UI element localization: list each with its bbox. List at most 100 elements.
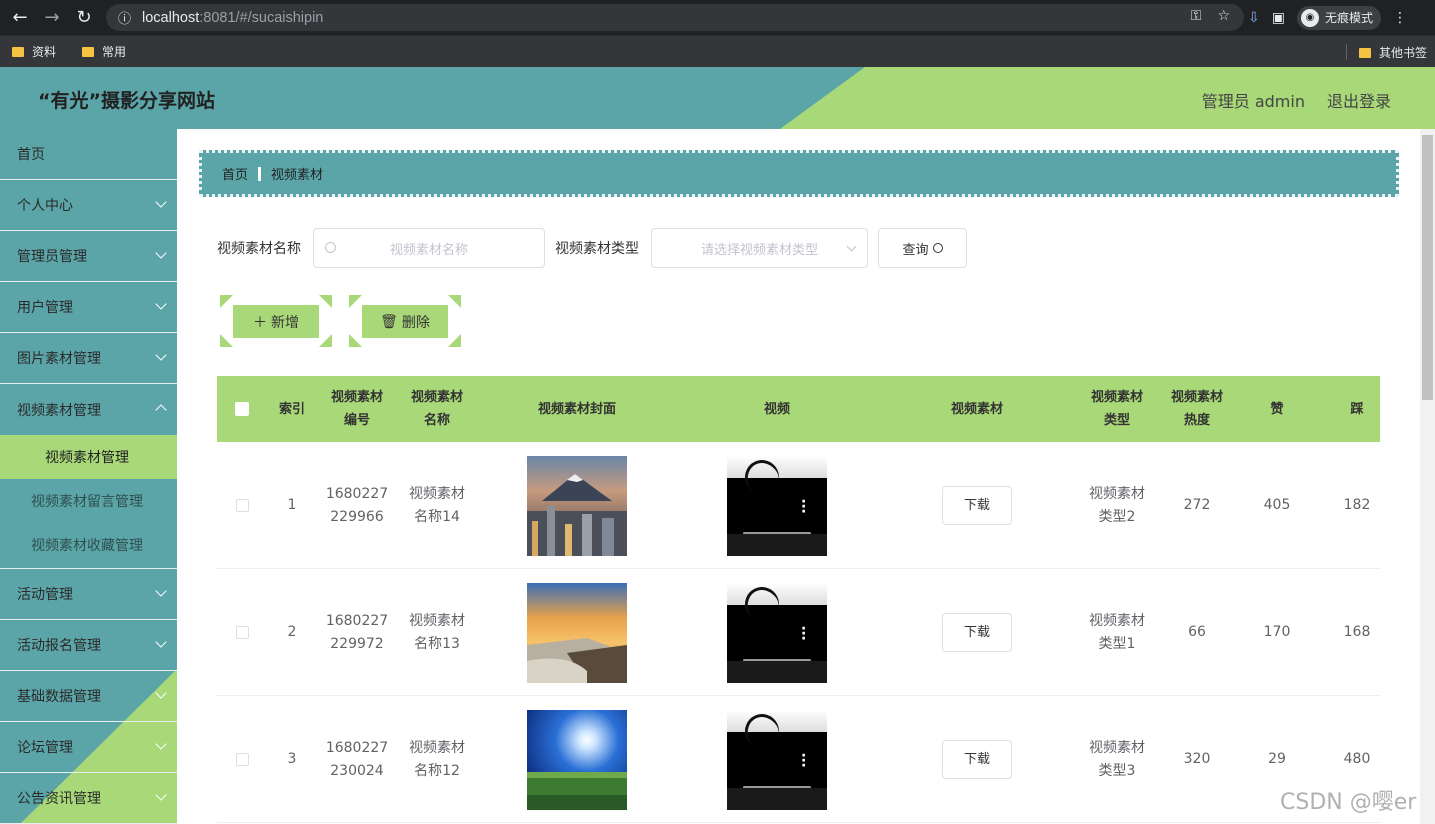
chevron-down-icon bbox=[155, 738, 167, 750]
watermark: CSDN @嘤er bbox=[1280, 790, 1417, 815]
sidebar-item-images[interactable]: 图片素材管理 bbox=[0, 333, 177, 384]
table-header: 索引 视频素材编号 视频素材名称 视频素材封面 视频 视频素材 视频素材类型 视… bbox=[217, 376, 1380, 442]
select-all-checkbox[interactable] bbox=[235, 402, 249, 416]
app-header: “有光”摄影分享网站 管理员 admin 退出登录 bbox=[0, 67, 1435, 129]
sidebar: 首页 个人中心 管理员管理 用户管理 图片素材管理 视频素材管理 视频素材管理 … bbox=[0, 129, 177, 824]
chevron-down-icon bbox=[155, 349, 167, 361]
sidepanel-icon[interactable]: ▣ bbox=[1272, 10, 1285, 26]
col-index: 索引 bbox=[278, 401, 305, 417]
sidebar-subitem-video-manage[interactable]: 视频素材管理 bbox=[0, 435, 177, 479]
row-index: 1 bbox=[287, 497, 297, 513]
query-button[interactable]: 查询 bbox=[878, 228, 967, 268]
scrollbar-thumb[interactable] bbox=[1422, 135, 1433, 400]
row-heat: 272 bbox=[1183, 497, 1211, 513]
col-type: 视频素材类型 bbox=[1090, 390, 1143, 428]
cover-image bbox=[527, 455, 627, 556]
menu-icon[interactable]: ⋮ bbox=[1393, 10, 1407, 26]
col-heat: 视频素材热度 bbox=[1170, 390, 1223, 428]
video-player[interactable]: · · · bbox=[727, 455, 827, 556]
bookmark-folder[interactable]: 常用 bbox=[82, 43, 126, 60]
sidebar-subitem-video-comments[interactable]: 视频素材留言管理 bbox=[0, 479, 177, 523]
col-video: 视频 bbox=[763, 401, 790, 417]
incognito-badge[interactable]: ◉ 无痕模式 bbox=[1296, 5, 1381, 30]
folder-icon bbox=[12, 46, 24, 57]
sidebar-item-users[interactable]: 用户管理 bbox=[0, 282, 177, 333]
chevron-down-icon bbox=[155, 247, 167, 259]
video-player[interactable]: · · · bbox=[727, 709, 827, 810]
more-vert-icon[interactable]: · · · bbox=[801, 495, 806, 519]
sidebar-item-profile[interactable]: 个人中心 bbox=[0, 180, 177, 231]
row-heat: 66 bbox=[1188, 624, 1206, 640]
forward-icon[interactable]: → bbox=[36, 7, 68, 28]
cover-image bbox=[527, 582, 627, 683]
row-dislikes: 168 bbox=[1343, 624, 1371, 640]
row-index: 3 bbox=[287, 751, 297, 767]
download-button[interactable]: 下载 bbox=[942, 740, 1012, 779]
plus-icon: ＋ bbox=[253, 314, 267, 331]
star-icon[interactable]: ☆ bbox=[1217, 8, 1230, 24]
cover-image bbox=[527, 709, 627, 810]
type-select[interactable]: 请选择视频素材类型 bbox=[651, 228, 868, 268]
breadcrumb: 首页 视频素材 bbox=[199, 150, 1399, 197]
sidebar-item-forum[interactable]: 论坛管理 bbox=[0, 722, 177, 773]
download-button[interactable]: 下载 bbox=[942, 613, 1012, 652]
trash-icon: 🗑 bbox=[380, 313, 398, 330]
add-button[interactable]: ＋新增 bbox=[217, 295, 335, 347]
row-code: 1680227229966 bbox=[325, 485, 389, 525]
col-material: 视频素材 bbox=[950, 401, 1003, 417]
row-heat: 320 bbox=[1183, 751, 1211, 767]
chevron-up-icon bbox=[155, 404, 167, 416]
main-content: 首页 视频素材 视频素材名称 视频素材名称 视频素材类型 请选择视频素材类型 查… bbox=[177, 129, 1420, 824]
row-checkbox[interactable] bbox=[235, 753, 249, 766]
more-vert-icon[interactable]: · · · bbox=[801, 622, 806, 646]
breadcrumb-current: 视频素材 bbox=[271, 168, 324, 183]
row-name: 视频素材名称14 bbox=[409, 485, 465, 525]
col-name: 视频素材名称 bbox=[410, 390, 463, 428]
info-icon[interactable]: ⓘ bbox=[118, 8, 138, 27]
table-row: 3 1680227230024 视频素材名称12 · · · 下载 视频素材类型3 … bbox=[217, 696, 1380, 823]
search-icon bbox=[932, 243, 943, 253]
row-likes: 405 bbox=[1263, 497, 1291, 513]
bookmark-folder[interactable]: 资料 bbox=[12, 43, 56, 60]
sidebar-item-admins[interactable]: 管理员管理 bbox=[0, 231, 177, 282]
chevron-down-icon bbox=[155, 789, 167, 801]
row-name: 视频素材名称13 bbox=[409, 612, 465, 652]
site-title: “有光”摄影分享网站 bbox=[38, 90, 215, 112]
chevron-down-icon bbox=[155, 298, 167, 310]
search-icon bbox=[325, 242, 336, 253]
row-name: 视频素材名称12 bbox=[409, 739, 465, 779]
sidebar-subitem-video-favorites[interactable]: 视频素材收藏管理 bbox=[0, 523, 177, 567]
video-player[interactable]: · · · bbox=[727, 582, 827, 683]
breadcrumb-home[interactable]: 首页 bbox=[222, 164, 248, 183]
type-label: 视频素材类型 bbox=[555, 241, 639, 257]
more-vert-icon[interactable]: · · · bbox=[801, 749, 806, 773]
col-cover: 视频素材封面 bbox=[537, 401, 616, 417]
search-form: 视频素材名称 视频素材名称 视频素材类型 请选择视频素材类型 查询 bbox=[217, 228, 967, 268]
back-icon[interactable]: ← bbox=[4, 7, 36, 28]
logout-link[interactable]: 退出登录 bbox=[1327, 88, 1391, 112]
url-text: localhost:8081/#/sucaishipin bbox=[142, 9, 324, 26]
sidebar-item-base-data[interactable]: 基础数据管理 bbox=[0, 671, 177, 722]
row-code: 1680227229972 bbox=[325, 612, 389, 652]
key-icon[interactable]: ⚿ bbox=[1191, 8, 1202, 24]
row-checkbox[interactable] bbox=[235, 626, 249, 639]
other-bookmarks[interactable]: 其他书签 bbox=[1358, 44, 1427, 61]
sidebar-item-videos[interactable]: 视频素材管理 bbox=[0, 384, 177, 435]
col-code: 视频素材编号 bbox=[330, 390, 383, 428]
address-bar[interactable]: ⓘ localhost:8081/#/sucaishipin ⚿ ☆ bbox=[106, 4, 1244, 31]
download-button[interactable]: 下载 bbox=[942, 486, 1012, 525]
name-search-input[interactable]: 视频素材名称 bbox=[313, 228, 545, 268]
sidebar-item-registrations[interactable]: 活动报名管理 bbox=[0, 620, 177, 671]
row-checkbox[interactable] bbox=[235, 499, 249, 512]
folder-icon bbox=[1358, 47, 1371, 58]
incognito-icon: ◉ bbox=[1300, 8, 1319, 27]
page-scrollbar[interactable] bbox=[1420, 129, 1435, 824]
delete-button[interactable]: 🗑 删除 bbox=[346, 295, 464, 347]
sidebar-item-activities[interactable]: 活动管理 bbox=[0, 569, 177, 620]
sidebar-item-news[interactable]: 公告资讯管理 bbox=[0, 773, 177, 824]
admin-label: 管理员 admin bbox=[1201, 92, 1305, 111]
download-icon[interactable]: ⇩ bbox=[1248, 10, 1260, 26]
sidebar-item-home[interactable]: 首页 bbox=[0, 129, 177, 180]
chevron-down-icon bbox=[155, 636, 167, 648]
reload-icon[interactable]: ↻ bbox=[68, 7, 100, 28]
